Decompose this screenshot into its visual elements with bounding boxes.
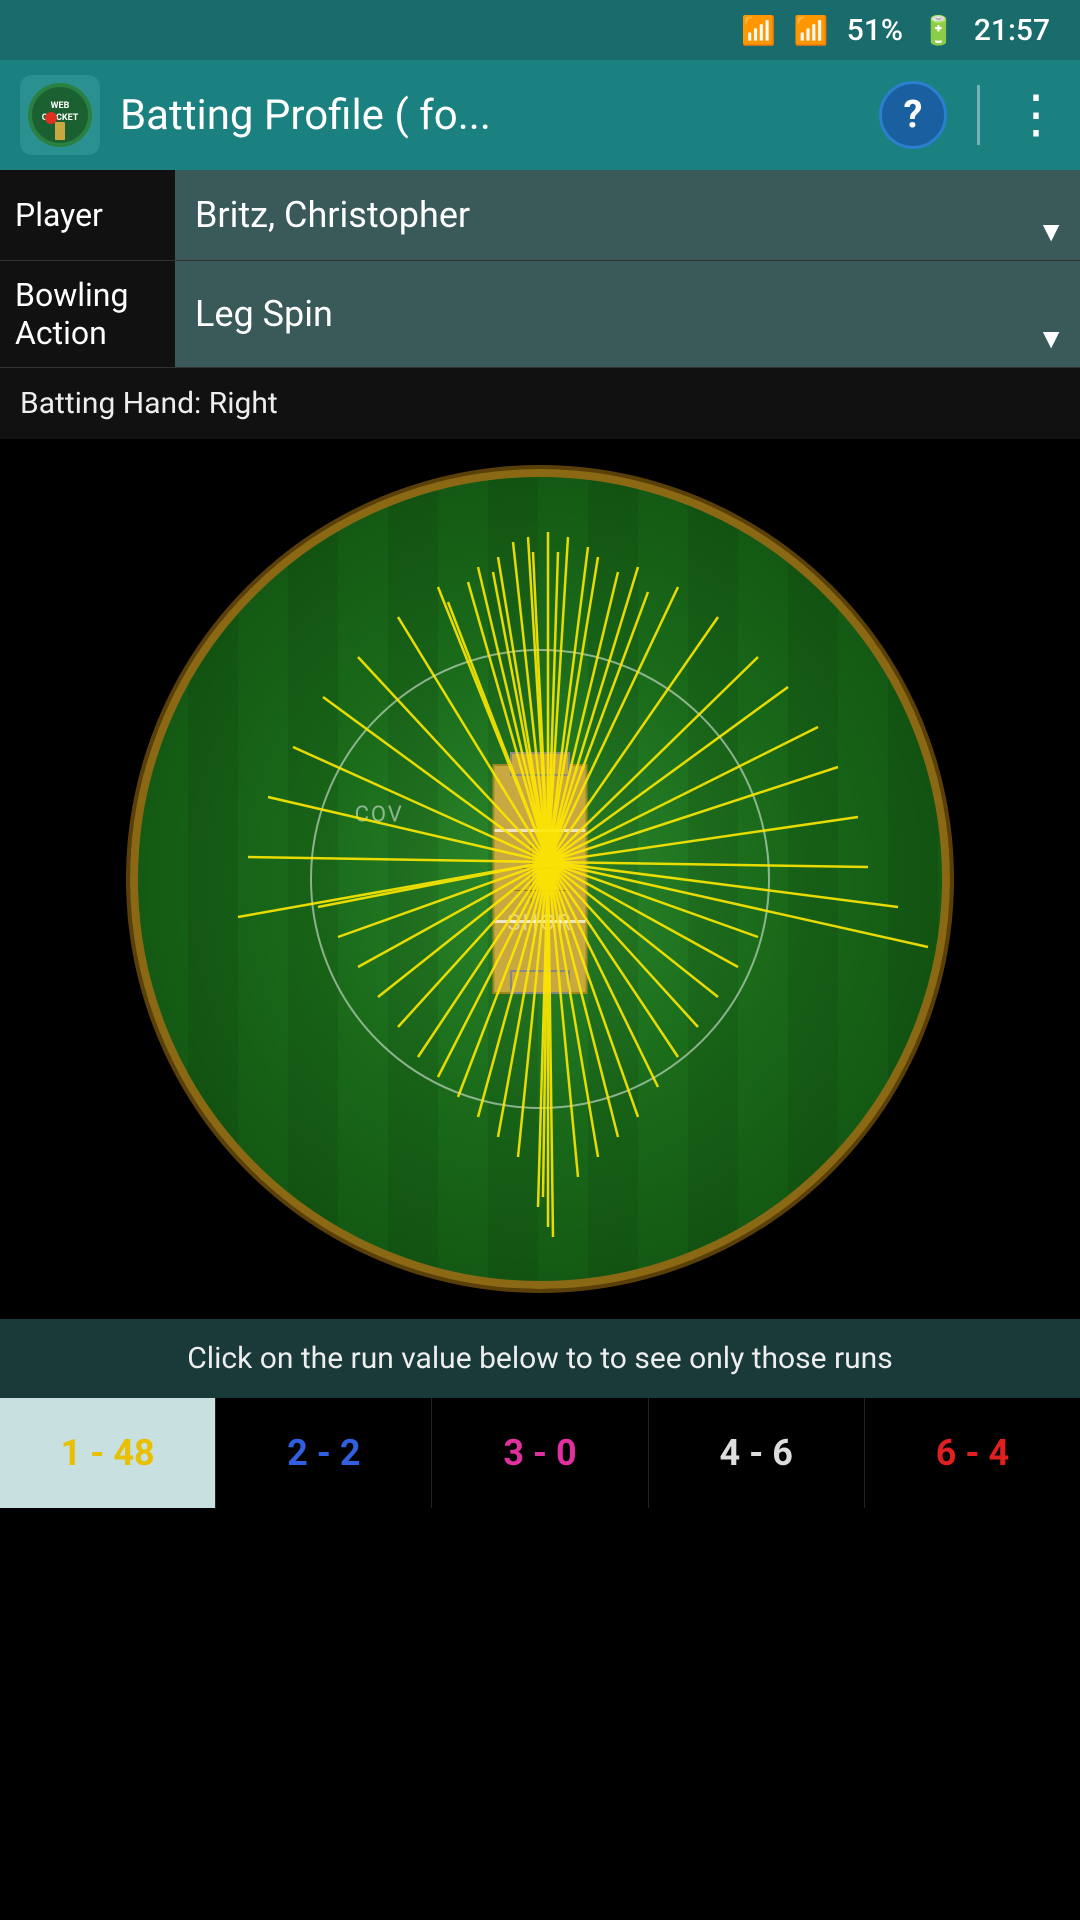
pitch	[493, 764, 588, 994]
signal-icon: 📶	[794, 14, 829, 47]
cricket-field: COV SHOR	[130, 469, 950, 1289]
bowling-dropdown-arrow: ▼	[1037, 322, 1065, 355]
field-label-cover: COV	[355, 802, 404, 827]
status-bar: 📶 📶 51% 🔋 21:57	[0, 0, 1080, 60]
battery-icon: 🔋	[921, 14, 956, 47]
help-icon: ?	[904, 93, 923, 137]
score-bar: 1 - 482 - 23 - 04 - 66 - 4	[0, 1398, 1080, 1508]
score-filter-3[interactable]: 4 - 6	[649, 1398, 865, 1508]
field-container: COV SHOR	[0, 439, 1080, 1319]
score-filter-4[interactable]: 6 - 4	[865, 1398, 1080, 1508]
app-header: WEB CRICKET Batting Profile ( fo... ? ⋮	[0, 60, 1080, 170]
app-title: Batting Profile ( fo...	[120, 91, 859, 140]
player-dropdown-arrow: ▼	[1037, 215, 1065, 248]
instruction-bar: Click on the run value below to to see o…	[0, 1319, 1080, 1398]
help-button[interactable]: ?	[879, 81, 947, 149]
score-filter-1[interactable]: 2 - 2	[216, 1398, 432, 1508]
player-value: Britz, Christopher	[195, 194, 1060, 236]
stumps-bottom	[510, 970, 570, 994]
player-label: Player	[0, 170, 175, 260]
instruction-text: Click on the run value below to to see o…	[187, 1341, 892, 1376]
bowling-label: Bowling Action	[0, 261, 175, 367]
field-label-short: SHOR	[507, 911, 572, 936]
batting-hand-text: Batting Hand: Right	[20, 386, 278, 421]
bowling-dropdown[interactable]: Leg Spin ▼	[175, 261, 1080, 367]
time-display: 21:57	[974, 13, 1050, 48]
player-row: Player Britz, Christopher ▼	[0, 170, 1080, 261]
score-filter-0[interactable]: 1 - 48	[0, 1398, 216, 1508]
app-logo: WEB CRICKET	[20, 75, 100, 155]
wifi-icon: 📶	[741, 14, 776, 47]
battery-text: 51%	[847, 13, 903, 48]
form-area: Player Britz, Christopher ▼ Bowling Acti…	[0, 170, 1080, 368]
bowling-row: Bowling Action Leg Spin ▼	[0, 261, 1080, 368]
bowling-value: Leg Spin	[195, 293, 1060, 335]
svg-text:WEB: WEB	[51, 101, 70, 111]
stumps-top	[510, 752, 570, 776]
batting-hand-info: Batting Hand: Right	[0, 368, 1080, 439]
player-dropdown[interactable]: Britz, Christopher ▼	[175, 170, 1080, 260]
score-filter-2[interactable]: 3 - 0	[432, 1398, 648, 1508]
header-divider	[977, 85, 980, 145]
